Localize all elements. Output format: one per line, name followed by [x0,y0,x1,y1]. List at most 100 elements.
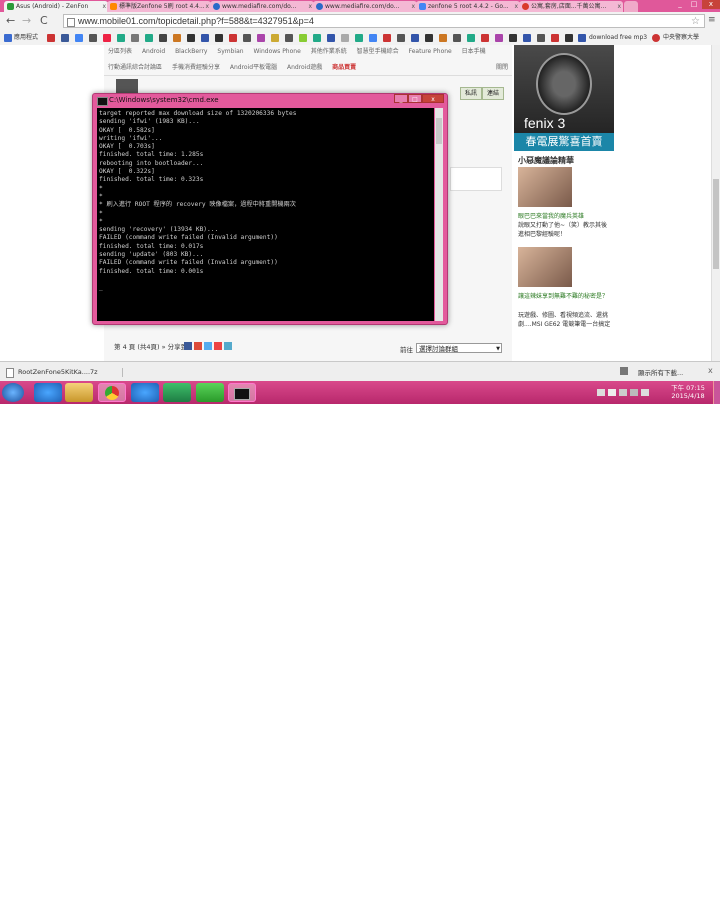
bookmark-icon[interactable] [89,34,97,42]
facebook-icon[interactable] [61,34,69,42]
bookmark-icon[interactable] [369,34,377,42]
maximize-icon[interactable]: □ [688,0,700,9]
nav-link[interactable]: 商品買賣 [332,64,356,71]
police-univ-bookmark[interactable]: 中央警察大學 [663,33,699,43]
close-window-icon[interactable]: x [702,0,720,9]
url-text[interactable]: www.mobile01.com/topicdetail.php?f=588&t… [78,15,314,28]
article-title[interactable]: 讓這辣妹享到無難不難的秘密是？ [518,291,612,300]
nav-close-link[interactable]: 關閉 [496,61,508,75]
bookmark-icon[interactable] [551,34,559,42]
bookmark-icon[interactable] [131,34,139,42]
google-icon[interactable] [75,34,83,42]
cmd-window[interactable]: C:\Windows\system32\cmd.exe _ □ x target… [92,93,448,325]
nav-link[interactable]: Android平板電腦 [230,64,277,71]
google-plus-share-icon[interactable] [194,342,202,350]
nav-link[interactable]: Android [142,48,165,55]
bookmark-icon[interactable] [173,34,181,42]
tray-arrow-icon[interactable] [619,389,627,396]
cmd-maximize-icon[interactable]: □ [408,94,422,103]
close-shelf-icon[interactable]: x [708,366,713,375]
article-thumbnail[interactable] [518,247,572,287]
bookmark-icon[interactable] [257,34,265,42]
tab-apartment[interactable]: 公寓,套房,店面...千萬公寓... x [519,1,623,12]
bookmark-icon[interactable] [229,34,237,42]
bookmark-icon[interactable] [187,34,195,42]
nav-link[interactable]: 分區列表 [108,48,132,55]
close-tab-icon[interactable]: x [102,1,106,12]
bookmark-icon[interactable] [117,34,125,42]
bookmark-icon[interactable] [215,34,223,42]
bookmark-icon[interactable] [411,34,419,42]
bookmark-star-icon[interactable]: ☆ [691,15,700,28]
bookmark-icon[interactable] [425,34,433,42]
nav-link[interactable]: Feature Phone [409,48,452,55]
tab-mediafire-2[interactable]: www.mediafire.com/do... x [313,1,417,12]
bookmark-icon[interactable] [201,34,209,42]
nav-link[interactable]: 行動通訊綜合討論區 [108,64,162,71]
bookmark-icon[interactable] [159,34,167,42]
new-tab-button[interactable] [624,1,638,12]
explorer-icon[interactable] [65,383,93,402]
facebook-share-icon[interactable] [184,342,192,350]
close-tab-icon[interactable]: x [411,1,415,12]
network-icon[interactable] [630,389,638,396]
bookmark-icon[interactable] [327,34,335,42]
cmd-close-icon[interactable]: x [422,94,444,103]
bookmark-icon[interactable] [103,34,111,42]
bookmark-icon[interactable] [313,34,321,42]
nav-link[interactable]: BlackBerry [175,48,207,55]
app-icon[interactable] [163,383,191,402]
bookmark-icon[interactable] [271,34,279,42]
link-button[interactable]: 連結 [482,87,504,100]
nav-link[interactable]: 日本手機 [462,48,486,55]
private-message-button[interactable]: 私訊 [460,87,482,100]
back-icon[interactable]: ← [6,15,15,27]
bookmark-icon[interactable] [243,34,251,42]
tab-mediafire-1[interactable]: www.mediafire.com/do... x [210,1,314,12]
nav-link[interactable]: 其他作業系統 [311,48,347,55]
tab-asus[interactable]: Asus (Android) - ZenFon x [4,1,108,12]
bookmark-icon[interactable] [453,34,461,42]
apps-bookmark[interactable]: 應用程式 [14,33,38,43]
ie-icon[interactable] [131,383,159,402]
bookmark-icon[interactable] [355,34,363,42]
cmd-scrollbar[interactable] [435,108,443,321]
page-scrollbar[interactable] [711,45,720,361]
share-icon[interactable] [224,342,232,350]
twitter-share-icon[interactable] [204,342,212,350]
clock[interactable]: 下午 07:15 2015/4/18 [668,384,708,400]
reload-icon[interactable]: C [40,15,48,27]
forward-icon[interactable]: → [22,15,31,27]
close-tab-icon[interactable]: x [617,1,621,12]
minimize-icon[interactable]: _ [674,0,686,9]
garmin-ad[interactable]: fenix 3 春電展驚喜首賣 [514,45,614,151]
cmd-taskbar-icon[interactable] [228,383,256,402]
nav-link[interactable]: Windows Phone [254,48,301,55]
cmd-minimize-icon[interactable]: _ [394,94,408,103]
article-thumbnail[interactable] [518,167,572,207]
bookmark-icon[interactable] [439,34,447,42]
download-mp3-icon[interactable] [578,34,586,42]
flag-icon[interactable] [608,389,616,396]
plurk-share-icon[interactable] [214,342,222,350]
bookmark-icon[interactable] [481,34,489,42]
nav-link[interactable]: 手機消費經驗分享 [172,64,220,71]
youtube-icon[interactable] [47,34,55,42]
chrome-menu-icon[interactable]: ≡ [708,15,716,25]
address-bar[interactable]: www.mobile01.com/topicdetail.php?f=588&t… [63,14,705,28]
bookmark-icon[interactable] [523,34,531,42]
bookmark-icon[interactable] [145,34,153,42]
volume-icon[interactable] [641,389,649,396]
nav-link[interactable]: Android遊戲 [287,64,322,71]
article-title[interactable]: 眼巴巴來當我的魔兵英雄 [518,211,612,220]
chrome-icon[interactable] [98,383,126,402]
show-all-downloads-link[interactable]: 顯示所有下載... [638,367,683,377]
tab-google-search[interactable]: zenfone 5 root 4.4.2 - Go... x [416,1,520,12]
download-mp3-bookmark[interactable]: download free mp3 [589,33,647,43]
police-univ-icon[interactable] [652,34,660,42]
line-icon[interactable] [196,383,224,402]
bookmark-icon[interactable] [397,34,405,42]
close-tab-icon[interactable]: x [205,1,209,12]
show-desktop-button[interactable] [713,381,720,404]
cmd-console[interactable]: target reported max download size of 132… [97,108,434,321]
